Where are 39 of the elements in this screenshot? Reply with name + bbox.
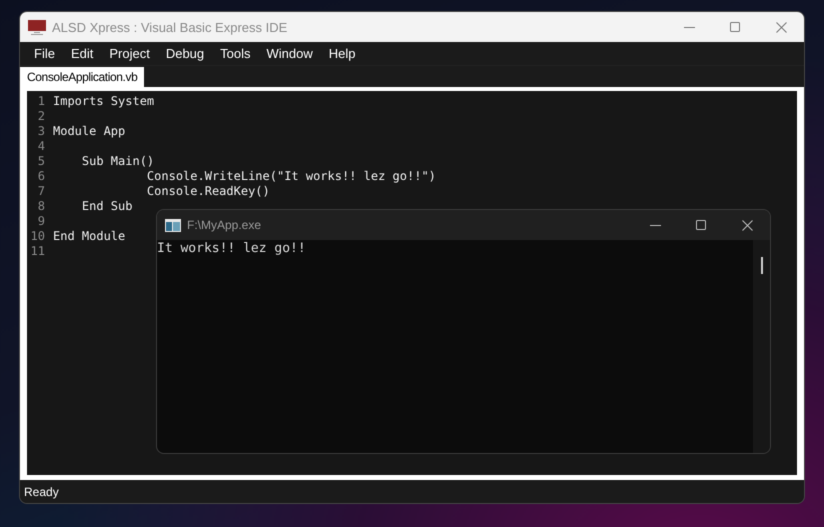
menu-item[interactable]: Window (258, 46, 321, 61)
status-text: Ready (24, 484, 59, 498)
minimize-icon (684, 26, 694, 28)
line-number: 8 (36, 199, 45, 214)
code-line: Imports System (53, 94, 154, 109)
line-number: 11 (30, 244, 45, 259)
scrollbar[interactable] (753, 240, 770, 453)
code-line: Console.ReadKey() (146, 184, 270, 199)
line-number: 4 (36, 139, 45, 154)
line-number: 5 (36, 154, 45, 169)
menu-item[interactable]: Debug (158, 46, 212, 61)
line-number: 3 (36, 124, 45, 139)
console-icon (165, 218, 181, 232)
menu-item[interactable]: File (26, 46, 63, 61)
console-title: F:\MyApp.exe (187, 218, 262, 232)
code-line: Module App (53, 124, 126, 139)
code-line: Sub Main() (80, 154, 154, 169)
menu-item[interactable]: Tools (212, 46, 258, 61)
line-number: 7 (36, 184, 45, 199)
menu-item[interactable]: Edit (62, 46, 102, 61)
close-icon (742, 220, 752, 230)
monitor-icon (28, 20, 46, 34)
console-output: It works!! lez go!! (157, 241, 307, 257)
window-title: ALSD Xpress : Visual Basic Express IDE (52, 20, 288, 34)
code-line: Console.WriteLine("It works!! lez go!!") (146, 169, 436, 184)
line-number: 1 (36, 94, 45, 109)
minimize-icon (650, 224, 660, 226)
line-number: 9 (36, 214, 45, 229)
maximize-icon (696, 220, 706, 230)
line-number: 6 (36, 169, 45, 184)
maximize-icon (730, 22, 740, 32)
menu-item[interactable]: Project (101, 46, 158, 61)
line-number: 2 (36, 109, 45, 124)
line-number: 10 (30, 229, 45, 244)
code-line: End Module (53, 229, 126, 244)
menu-item[interactable]: Help (320, 46, 364, 61)
editor-tab[interactable]: ConsoleApplication.vb (20, 67, 144, 87)
close-icon (776, 22, 786, 32)
code-line: End Sub (80, 199, 132, 214)
